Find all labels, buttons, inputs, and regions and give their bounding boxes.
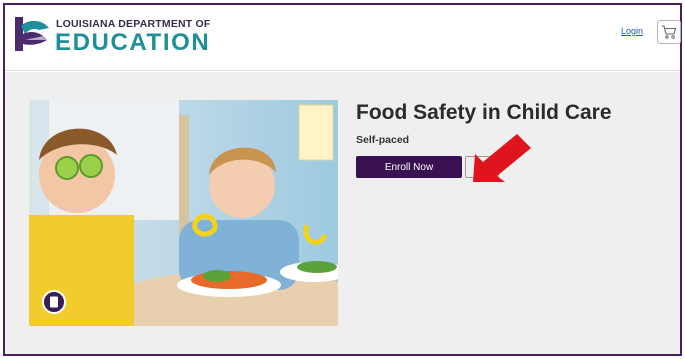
course-pace-label: Self-paced bbox=[356, 134, 410, 146]
course-title: Food Safety in Child Care bbox=[356, 101, 612, 124]
pelican-logo-icon bbox=[15, 17, 49, 51]
red-arrow-annotation bbox=[473, 134, 531, 182]
browser-frame: LOUISIANA DEPARTMENT OF EDUCATION Login bbox=[3, 3, 682, 356]
cart-button[interactable] bbox=[657, 20, 681, 44]
site-header: LOUISIANA DEPARTMENT OF EDUCATION Login bbox=[5, 5, 681, 71]
site-logo[interactable]: LOUISIANA DEPARTMENT OF EDUCATION bbox=[13, 14, 213, 58]
course-type-badge bbox=[42, 290, 66, 314]
children-eating-photo bbox=[29, 100, 338, 326]
logo-text-main: EDUCATION bbox=[55, 29, 211, 56]
document-icon bbox=[50, 296, 58, 308]
enroll-now-button[interactable]: Enroll Now bbox=[356, 156, 462, 178]
login-link[interactable]: Login bbox=[621, 26, 643, 36]
course-detail: Food Safety in Child Care Self-paced Enr… bbox=[5, 72, 680, 354]
course-image bbox=[29, 100, 338, 326]
shopping-cart-icon bbox=[662, 25, 677, 39]
